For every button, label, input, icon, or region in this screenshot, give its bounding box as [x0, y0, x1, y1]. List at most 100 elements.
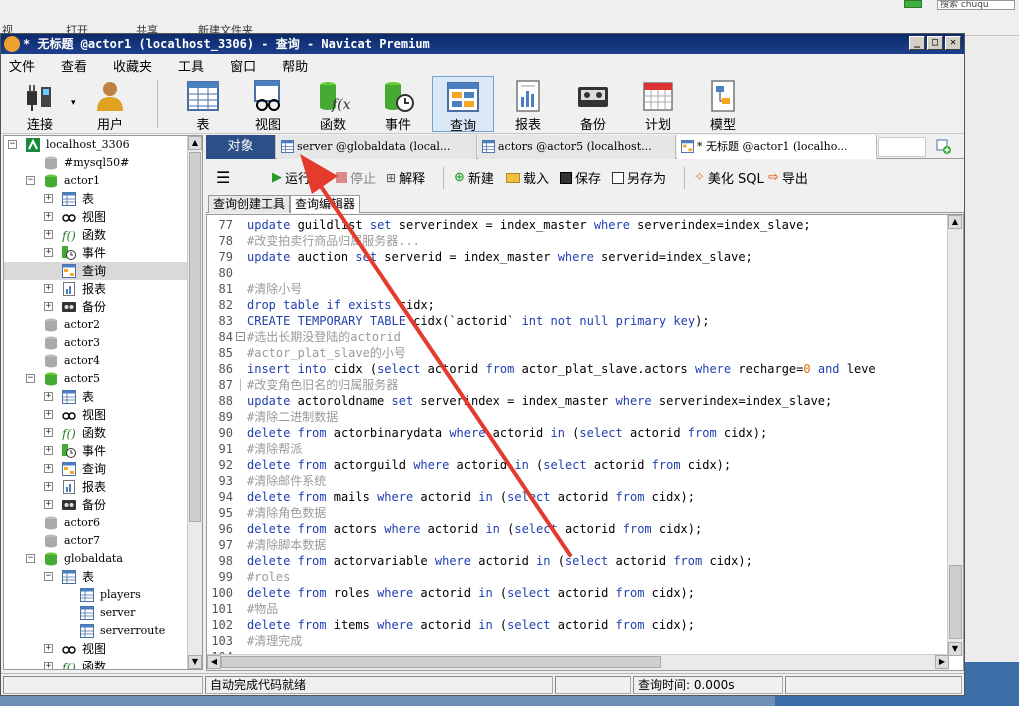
tree-item-reports[interactable]: + 报表: [4, 478, 188, 496]
connect-button[interactable]: 连接: [9, 76, 71, 133]
save-as-button[interactable]: 另存为: [612, 168, 666, 187]
tree-item-tables[interactable]: + 表: [4, 388, 188, 406]
run-button[interactable]: ▶ 运行 ▾: [272, 168, 323, 187]
code-line[interactable]: 82 drop table if exists cidx;: [207, 297, 947, 313]
scroll-thumb[interactable]: [949, 565, 962, 639]
expand-icon[interactable]: +: [44, 194, 53, 203]
close-button[interactable]: ✕: [945, 36, 961, 50]
tab-query-editor[interactable]: 查询编辑器: [290, 195, 361, 213]
fold-collapse-icon[interactable]: −: [236, 332, 245, 341]
editor-horizontal-scrollbar[interactable]: ◀ ▶: [207, 654, 949, 670]
event-button[interactable]: 事件: [367, 76, 429, 133]
scroll-left-icon[interactable]: ◀: [207, 655, 221, 669]
tab-server-globaldata[interactable]: server @globaldata (local...: [277, 135, 477, 159]
code-line[interactable]: 94 delete from mails where actorid in (se…: [207, 489, 947, 505]
tree-item-table[interactable]: server: [4, 604, 188, 622]
expand-icon[interactable]: +: [44, 230, 53, 239]
code-line[interactable]: 83 CREATE TEMPORARY TABLE cidx(`actorid` …: [207, 313, 947, 329]
tree-item-views[interactable]: + 视图: [4, 208, 188, 226]
tree-item-database[interactable]: actor2: [4, 316, 188, 334]
menu-file[interactable]: 文件: [9, 56, 35, 75]
scroll-thumb[interactable]: [189, 152, 201, 522]
code-line[interactable]: 87 #改变角色旧名的归属服务器: [207, 377, 947, 393]
tree-item-database[interactable]: actor7: [4, 532, 188, 550]
maximize-button[interactable]: □: [927, 36, 943, 50]
code-line[interactable]: 91 #清除帮派: [207, 441, 947, 457]
expand-icon[interactable]: +: [44, 410, 53, 419]
collapse-icon[interactable]: −: [26, 374, 35, 383]
scroll-thumb[interactable]: [221, 656, 661, 668]
code-line[interactable]: 99 #roles: [207, 569, 947, 585]
tree-item-database[interactable]: actor6: [4, 514, 188, 532]
tree-item-database[interactable]: − globaldata: [4, 550, 188, 568]
tree-item-events[interactable]: + 事件: [4, 442, 188, 460]
expand-icon[interactable]: +: [44, 500, 53, 509]
tree-item-reports[interactable]: + 报表: [4, 280, 188, 298]
code-line[interactable]: 96 delete from actors where actorid in (s…: [207, 521, 947, 537]
tree-item-backups[interactable]: + 备份: [4, 298, 188, 316]
background-search-input[interactable]: 搜索 chuqu: [937, 0, 1015, 10]
expand-icon[interactable]: +: [44, 248, 53, 257]
scroll-up-icon[interactable]: ▲: [948, 215, 962, 229]
view-button[interactable]: 视图: [237, 76, 299, 133]
expand-icon[interactable]: +: [44, 482, 53, 491]
menu-favorites[interactable]: 收藏夹: [113, 56, 152, 75]
expand-icon[interactable]: +: [44, 446, 53, 455]
code-line[interactable]: 102 delete from items where actorid in (s…: [207, 617, 947, 633]
menu-help[interactable]: 帮助: [282, 56, 308, 75]
code-line[interactable]: 79 update auction set serverid = index_ma…: [207, 249, 947, 265]
tree-item-table[interactable]: players: [4, 586, 188, 604]
expand-icon[interactable]: +: [44, 284, 53, 293]
sql-editor[interactable]: 77 update guildlist set serverindex = ind…: [206, 214, 964, 671]
code-line[interactable]: 93 #清除邮件系统: [207, 473, 947, 489]
tree-item-queries[interactable]: 查询: [4, 262, 188, 280]
expand-icon[interactable]: +: [44, 662, 53, 669]
menu-view[interactable]: 查看: [61, 56, 87, 75]
scroll-right-icon[interactable]: ▶: [935, 655, 949, 669]
collapse-icon[interactable]: −: [8, 140, 17, 149]
backup-button[interactable]: 备份: [562, 76, 624, 133]
new-query-button[interactable]: ⊕ 新建: [454, 168, 494, 187]
beautify-sql-button[interactable]: ✧ 美化 SQL: [694, 168, 764, 187]
code-line[interactable]: 100 delete from roles where actorid in (s…: [207, 585, 947, 601]
query-button[interactable]: 查询: [432, 76, 494, 134]
tree-item-table[interactable]: serverroute: [4, 622, 188, 640]
explain-button[interactable]: ⊞ 解释: [386, 168, 425, 188]
tree-item-database[interactable]: actor3: [4, 334, 188, 352]
code-line[interactable]: 92 delete from actorguild where actorid i…: [207, 457, 947, 473]
new-tab-icon[interactable]: [936, 139, 952, 155]
tree-item-database[interactable]: − actor5: [4, 370, 188, 388]
scroll-down-icon[interactable]: ▼: [948, 642, 962, 656]
tree-scrollbar[interactable]: ▲ ▼: [187, 136, 202, 669]
tree-item-functions[interactable]: + f() 函数: [4, 424, 188, 442]
load-button[interactable]: 载入: [506, 168, 549, 187]
expand-icon[interactable]: +: [44, 464, 53, 473]
menu-tools[interactable]: 工具: [178, 56, 204, 75]
table-button[interactable]: 表: [172, 76, 234, 133]
tree-item-views[interactable]: + 视图: [4, 640, 188, 658]
schedule-button[interactable]: 计划: [627, 76, 689, 133]
report-button[interactable]: 报表: [497, 76, 559, 133]
tree-item-database[interactable]: #mysql50#: [4, 154, 188, 172]
tree-item-database[interactable]: − actor1: [4, 172, 188, 190]
tab-objects[interactable]: 对象: [206, 135, 276, 159]
save-button[interactable]: 保存: [560, 168, 601, 187]
run-dropdown-icon[interactable]: ▾: [318, 173, 323, 183]
code-line[interactable]: 89 #清除二进制数据: [207, 409, 947, 425]
model-button[interactable]: 模型: [692, 76, 754, 133]
code-line[interactable]: 97 #清除脚本数据: [207, 537, 947, 553]
code-line[interactable]: 78 #改变拍卖行商品归属服务器...: [207, 233, 947, 249]
connect-dropdown-icon[interactable]: ▾: [71, 98, 76, 108]
tab-actors-actor5[interactable]: actors @actor5 (localhost...: [478, 135, 676, 159]
expand-icon[interactable]: +: [44, 212, 53, 221]
code-line[interactable]: 90 delete from actorbinarydata where acto…: [207, 425, 947, 441]
scroll-down-icon[interactable]: ▼: [188, 655, 202, 669]
stop-button[interactable]: 停止: [336, 168, 376, 187]
code-line[interactable]: 101 #物品: [207, 601, 947, 617]
tree-item-database[interactable]: actor4: [4, 352, 188, 370]
tree-item-functions[interactable]: + f() 函数: [4, 658, 188, 669]
tree-item-functions[interactable]: + f() 函数: [4, 226, 188, 244]
tab-untitled-query[interactable]: * 无标题 @actor1 (localho...: [677, 135, 877, 159]
code-line[interactable]: 95 #清除角色数据: [207, 505, 947, 521]
scroll-up-icon[interactable]: ▲: [188, 136, 202, 150]
